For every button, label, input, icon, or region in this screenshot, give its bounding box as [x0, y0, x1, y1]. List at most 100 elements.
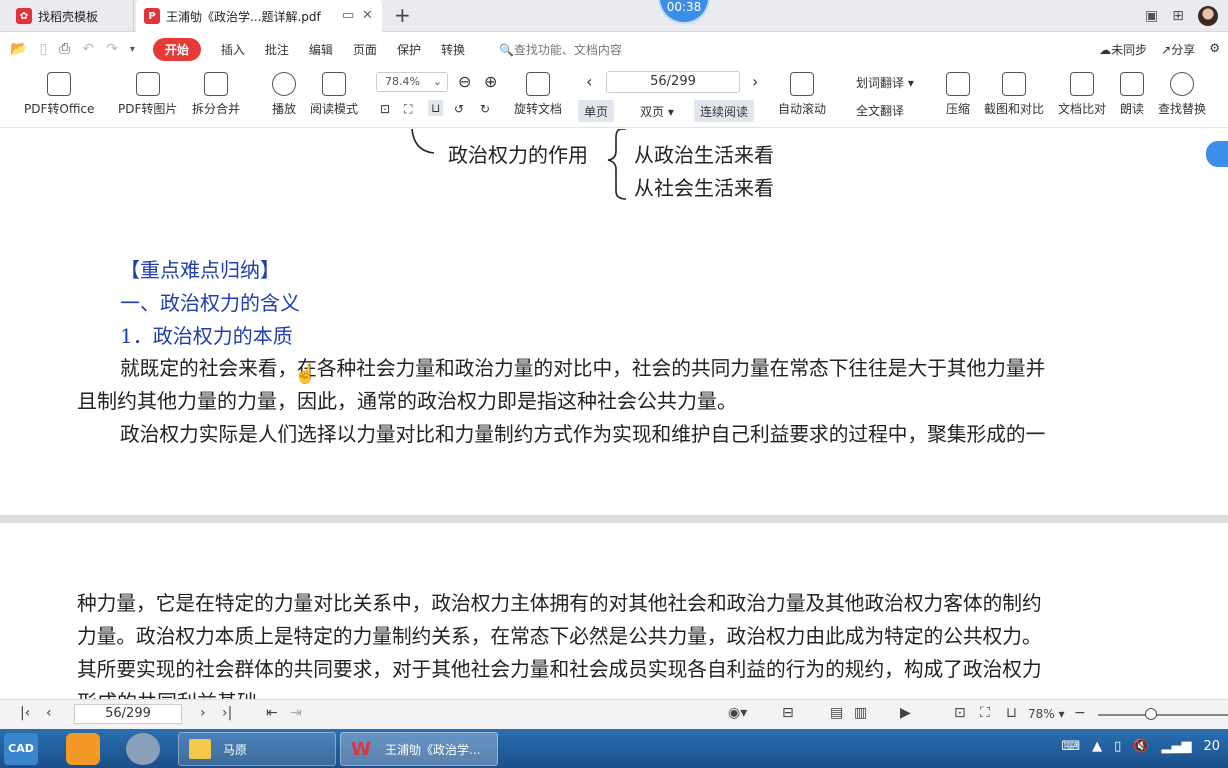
forward-icon[interactable]: ⇥: [290, 705, 302, 721]
split-merge-icon: [204, 72, 228, 96]
search-box[interactable]: 🔍查找功能、文档内容: [499, 41, 622, 58]
zoom-slider[interactable]: [1098, 714, 1228, 716]
play-icon[interactable]: ▶: [900, 705, 911, 721]
keyboard-icon[interactable]: ⌨: [1061, 739, 1080, 754]
continuous-read-toggle[interactable]: 连续阅读: [694, 100, 755, 122]
apps-grid-icon[interactable]: ⊞: [1172, 8, 1184, 24]
zoom-out-icon[interactable]: −: [1074, 705, 1086, 721]
paragraph-line: 政治权力实际是人们选择以力量对比和力量制约方式作为实现和维护自己利益要求的过程中…: [120, 423, 1046, 446]
double-page-toggle[interactable]: 双页 ▾: [634, 100, 680, 122]
read-mode-button[interactable]: 阅读模式: [310, 72, 358, 117]
tab-template[interactable]: ✿ 找稻壳模板: [6, 0, 134, 32]
eye-protect-icon[interactable]: ◉▾: [728, 705, 747, 721]
zoom-select[interactable]: 78.4% ⌄: [376, 72, 448, 92]
battery-icon[interactable]: ▯: [1114, 739, 1121, 754]
fit-page-icon[interactable]: ⛶: [980, 705, 990, 721]
signal-icon[interactable]: ▂▄▆: [1161, 739, 1191, 754]
undo-icon[interactable]: ↶: [82, 41, 94, 57]
screenshot-compare-button[interactable]: 截图和对比: [984, 72, 1044, 117]
share-button[interactable]: ↗分享: [1161, 41, 1195, 58]
share-icon: ↗: [1161, 43, 1172, 57]
single-page-icon[interactable]: ▤: [830, 705, 843, 721]
auto-scroll-button[interactable]: 自动滚动: [778, 72, 826, 117]
open-icon[interactable]: 📂: [10, 41, 27, 57]
menu-insert[interactable]: 插入: [221, 41, 245, 58]
read-aloud-button[interactable]: 朗读: [1120, 72, 1144, 117]
menu-edit[interactable]: 编辑: [309, 41, 333, 58]
pdf-office-icon: [47, 72, 72, 96]
status-page-input[interactable]: 56/299: [74, 704, 182, 724]
back-icon[interactable]: ⇤: [266, 705, 278, 721]
rotate-right-icon[interactable]: ↻: [480, 102, 490, 116]
menu-start[interactable]: 开始: [152, 37, 201, 61]
fit-width-icon[interactable]: ⊔: [1006, 705, 1017, 721]
fit-page-icon[interactable]: ⛶: [404, 102, 412, 117]
rotate-doc-button[interactable]: 旋转文档: [514, 72, 562, 117]
sync-status[interactable]: ☁未同步: [1099, 41, 1147, 58]
zoom-slider-handle[interactable]: [1145, 708, 1157, 720]
compress-button[interactable]: 压缩: [946, 72, 970, 117]
prev-page-icon[interactable]: ‹: [46, 705, 52, 721]
compress-icon: [946, 72, 970, 96]
doc-compare-label: 文档比对: [1058, 102, 1107, 116]
side-assistant-icon[interactable]: [1206, 141, 1228, 167]
float-window-icon[interactable]: ▭: [342, 8, 354, 23]
doc-compare-icon: [1070, 72, 1094, 96]
app-icon[interactable]: [66, 733, 100, 765]
paragraph-line: 就既定的社会来看，在各种社会力量和政治力量的对比中，社会的共同力量在常态下往往是…: [120, 357, 1046, 380]
zoom-out-icon[interactable]: ⊖: [458, 72, 471, 91]
fit-width-icon[interactable]: ⊔: [428, 100, 444, 116]
app-icon[interactable]: [126, 733, 160, 765]
prev-page-icon[interactable]: ‹: [586, 72, 592, 91]
tray-arrow-icon[interactable]: ▲: [1092, 739, 1102, 754]
menu-annotate[interactable]: 批注: [265, 41, 289, 58]
single-page-toggle[interactable]: 单页: [578, 100, 615, 122]
rotate-left-icon[interactable]: ↺: [454, 102, 464, 116]
print-icon[interactable]: ⎙: [59, 41, 70, 57]
first-page-icon[interactable]: |‹: [20, 705, 30, 721]
document-viewer[interactable]: 政治权力的作用 从政治生活来看 从社会生活来看 【重点难点归纳】 一、政治权力的…: [0, 129, 1228, 699]
taskbar-wps[interactable]: W 王浦劬《政治学...: [340, 732, 498, 766]
menu-protect[interactable]: 保护: [397, 41, 421, 58]
close-tab-icon[interactable]: ✕: [362, 8, 373, 23]
zoom-level[interactable]: 78% ▾: [1028, 707, 1065, 721]
double-page-icon[interactable]: ▥: [854, 705, 867, 721]
taskbar-folder[interactable]: 马原: [178, 732, 336, 766]
word-translate-label: 划词翻译: [856, 76, 905, 90]
continuous-icon[interactable]: ⊟: [782, 705, 794, 721]
auto-scroll-label: 自动滚动: [778, 102, 827, 116]
cad-app-icon[interactable]: CAD: [4, 733, 38, 765]
next-page-icon[interactable]: ›: [200, 705, 206, 721]
more-icon[interactable]: ▾: [130, 44, 135, 55]
share-label: 分享: [1171, 43, 1196, 57]
pdf-to-office-button[interactable]: PDF转Office: [24, 72, 94, 117]
menu-page[interactable]: 页面: [353, 41, 377, 58]
menu-convert[interactable]: 转换: [441, 41, 465, 58]
play-icon: [272, 72, 296, 96]
actual-size-icon[interactable]: ⊡: [380, 102, 390, 116]
word-translate-button[interactable]: 划词翻译 ▾: [856, 74, 914, 91]
doc-compare-button[interactable]: 文档比对: [1058, 72, 1106, 117]
volume-muted-icon[interactable]: 🔇: [1133, 739, 1149, 754]
zoom-in-icon[interactable]: ⊕: [484, 72, 497, 91]
settings-icon[interactable]: ⚙: [1209, 41, 1220, 58]
full-translate-button[interactable]: 全文翻译: [856, 102, 904, 119]
last-page-icon[interactable]: ›|: [222, 705, 232, 721]
single-page-label: 单页: [584, 105, 609, 119]
paragraph-line: 其所要实现的社会群体的共同要求，对于其他社会力量和社会成员实现各自利益的行为的规…: [77, 658, 1042, 681]
tab-label: 找稻壳模板: [38, 9, 99, 24]
new-tab-button[interactable]: +: [394, 3, 411, 27]
redo-icon[interactable]: ↷: [106, 41, 118, 57]
read-mode-label: 阅读模式: [310, 102, 359, 116]
save-icon[interactable]: ▯: [39, 41, 47, 57]
split-merge-button[interactable]: 拆分合并: [192, 72, 240, 117]
next-page-icon[interactable]: ›: [752, 72, 758, 91]
tab-pdf[interactable]: P 王浦劬《政治学...题详解.pdf ▭ ✕: [136, 0, 382, 32]
find-replace-button[interactable]: 查找替换: [1158, 72, 1206, 117]
pdf-to-image-button[interactable]: PDF转图片: [118, 72, 177, 117]
actual-size-icon[interactable]: ⊡: [954, 705, 966, 721]
play-button[interactable]: 播放: [272, 72, 296, 117]
page-number-input[interactable]: 56/299: [606, 71, 740, 93]
layout-icon[interactable]: ▣: [1145, 8, 1158, 24]
avatar[interactable]: [1198, 6, 1218, 26]
